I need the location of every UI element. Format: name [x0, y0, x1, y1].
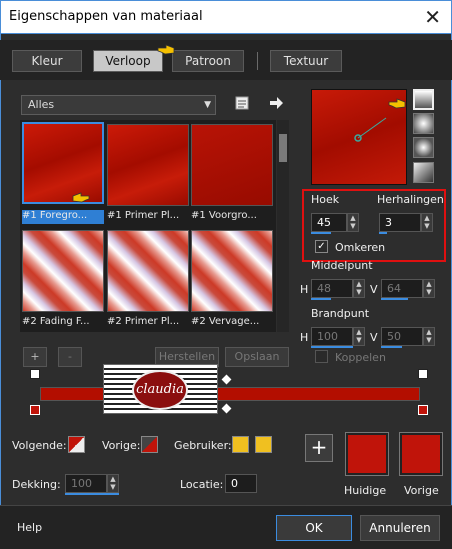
middelpunt-h-spinner[interactable]: ▲ ▼ — [353, 279, 365, 298]
arrow-right-icon[interactable] — [268, 95, 284, 111]
tab-patroon[interactable]: Patroon — [172, 50, 244, 72]
brandpunt-v-label: V — [370, 331, 378, 344]
dekking-label: Dekking: — [12, 478, 61, 491]
watermark: claudia — [103, 364, 218, 414]
dekking-spinner[interactable]: ▲ ▼ — [107, 474, 119, 493]
gradient-thumb[interactable] — [22, 122, 104, 204]
dekking-input[interactable]: 100 — [65, 474, 107, 493]
locatie-label: Locatie: — [180, 478, 224, 491]
koppelen-checkbox[interactable] — [315, 350, 328, 363]
gradient-thumb[interactable] — [22, 230, 104, 312]
gradient-thumb-label: #2 Vervage... — [191, 316, 260, 327]
brandpunt-h-input[interactable]: 100 — [311, 327, 353, 346]
rectangular-style-button[interactable] — [413, 113, 434, 134]
gradient-bar[interactable] — [40, 387, 420, 401]
middelpunt-v-slider[interactable] — [381, 298, 408, 300]
help-link[interactable]: Help — [17, 521, 42, 534]
pointing-hand-icon — [388, 98, 406, 109]
gebruiker-label: Gebruiker: — [174, 439, 232, 452]
sunburst-style-button[interactable] — [413, 137, 434, 158]
color-stop-right[interactable] — [418, 405, 428, 415]
hoek-spinner[interactable]: ▲ ▼ — [347, 213, 359, 232]
close-icon[interactable]: ✕ — [424, 5, 441, 29]
save-button[interactable]: Opslaan — [225, 347, 289, 367]
gebruiker-swatch[interactable] — [255, 436, 272, 453]
color-stop-left[interactable] — [30, 405, 40, 415]
tab-separator — [257, 52, 258, 70]
huidige-label: Huidige — [344, 484, 387, 497]
gradient-thumb-label: #1 Voorgro... — [191, 210, 257, 221]
omkeren-checkbox[interactable]: ✓ — [315, 240, 328, 253]
top-stop-right[interactable] — [418, 369, 428, 379]
tab-textuur[interactable]: Textuur — [270, 50, 342, 72]
middelpunt-h-input[interactable]: 48 — [311, 279, 353, 298]
chevron-down-icon: ▼ — [204, 100, 211, 110]
add-button[interactable]: + — [23, 347, 47, 367]
linear-style-button[interactable] — [413, 89, 434, 110]
brandpunt-v-slider[interactable] — [381, 346, 402, 348]
ok-button[interactable]: OK — [276, 515, 352, 541]
window-title: Eigenschappen van materiaal — [9, 9, 203, 24]
gradient-thumb-label: #1 Foregro... — [22, 210, 104, 224]
middelpunt-v-label: V — [370, 283, 378, 296]
top-stop-left[interactable] — [30, 369, 40, 379]
vorige-color[interactable] — [399, 432, 443, 476]
middelpunt-h-label: H — [300, 283, 309, 296]
herhalingen-input[interactable]: 3 — [379, 213, 421, 232]
tab-verloop[interactable]: Verloop — [93, 50, 163, 72]
brandpunt-v-input[interactable]: 50 — [381, 327, 423, 346]
pointing-hand-icon — [72, 192, 90, 203]
koppelen-label: Koppelen — [335, 351, 386, 364]
gradient-thumb[interactable] — [191, 124, 273, 206]
herhalingen-label: Herhalingen — [377, 193, 444, 206]
brandpunt-label: Brandpunt — [311, 307, 370, 320]
brandpunt-v-spinner[interactable]: ▲ ▼ — [423, 327, 435, 346]
add-color-button[interactable]: + — [305, 434, 333, 462]
gradient-thumb[interactable] — [191, 230, 273, 312]
gebruiker-radio-swatch[interactable] — [232, 436, 249, 453]
scrollbar-thumb[interactable] — [279, 134, 287, 162]
brandpunt-h-spinner[interactable]: ▲ ▼ — [353, 327, 365, 346]
gradient-thumb-label: #2 Fading F... — [22, 316, 90, 327]
herhalingen-slider[interactable] — [379, 232, 387, 234]
title-bar: Eigenschappen van materiaal ✕ — [0, 0, 452, 34]
vorige-stop-label: Vorige: — [102, 439, 141, 452]
category-dropdown[interactable]: Alles ▼ — [21, 95, 216, 115]
herhalingen-spinner[interactable]: ▲ ▼ — [421, 213, 433, 232]
remove-button[interactable]: - — [58, 347, 82, 367]
volgende-swatch[interactable] — [68, 436, 85, 453]
angle-handle-icon[interactable] — [350, 116, 390, 146]
middelpunt-v-spinner[interactable]: ▲ ▼ — [423, 279, 435, 298]
middelpunt-label: Middelpunt — [311, 259, 373, 272]
cancel-button[interactable]: Annuleren — [360, 515, 440, 541]
locatie-input[interactable]: 0 — [225, 474, 257, 493]
library-scrollbar[interactable] — [277, 120, 289, 332]
tab-kleur[interactable]: Kleur — [12, 50, 82, 72]
radial-style-button[interactable] — [413, 162, 434, 183]
pointing-hand-icon — [157, 44, 175, 55]
vorige-swatch[interactable] — [141, 436, 158, 453]
middelpunt-h-slider[interactable] — [311, 298, 331, 300]
omkeren-label: Omkeren — [335, 241, 386, 254]
vorige-label: Vorige — [404, 484, 439, 497]
gradient-thumb-label: #1 Primer Pl... — [107, 210, 180, 221]
category-value: Alles — [28, 98, 55, 111]
hoek-slider[interactable] — [311, 232, 331, 234]
watermark-logo: claudia — [132, 370, 188, 410]
gradient-thumb[interactable] — [107, 124, 189, 206]
brandpunt-h-slider[interactable] — [311, 346, 353, 348]
hoek-label: Hoek — [311, 193, 340, 206]
gradient-thumb-label: #2 Primer Pl... — [107, 316, 180, 327]
library-icon[interactable] — [234, 95, 250, 111]
hoek-input[interactable]: 45 — [311, 213, 347, 232]
middelpunt-v-input[interactable]: 64 — [381, 279, 423, 298]
volgende-label: Volgende: — [12, 439, 67, 452]
brandpunt-h-label: H — [300, 331, 309, 344]
huidige-color[interactable] — [345, 432, 389, 476]
dekking-slider[interactable] — [65, 493, 119, 495]
gradient-thumb[interactable] — [107, 230, 189, 312]
